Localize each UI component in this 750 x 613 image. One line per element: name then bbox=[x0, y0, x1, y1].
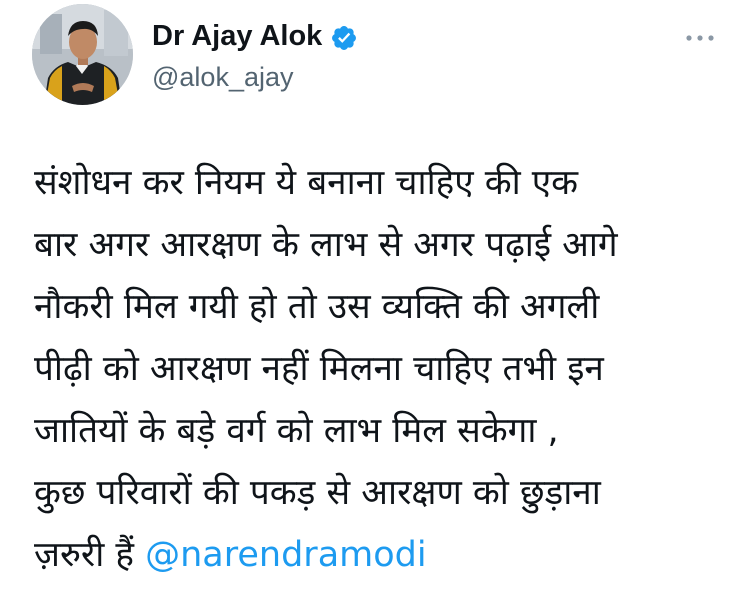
tweet-line-text: ज़रुरी हैं bbox=[34, 535, 146, 575]
tweet-card: Dr Ajay Alok @alok_ajay संशोधन कर नियम य… bbox=[0, 0, 750, 613]
display-name[interactable]: Dr Ajay Alok bbox=[152, 18, 322, 54]
tweet-line: संशोधन कर नियम ये बनाना चाहिए की एक bbox=[34, 163, 579, 203]
mention-link[interactable]: @narendramodi bbox=[145, 535, 426, 575]
tweet-line: नौकरी मिल गयी हो तो उस व्यक्ति की अगली bbox=[34, 287, 600, 327]
more-options-icon[interactable] bbox=[680, 26, 720, 50]
verified-badge-icon bbox=[332, 26, 356, 50]
tweet-text: संशोधन कर नियम ये बनाना चाहिए की एक बार … bbox=[34, 152, 734, 586]
tweet-line: जातियों के बड़े वर्ग को लाभ मिल सकेगा , bbox=[34, 411, 559, 451]
tweet-line: पीढ़ी को आरक्षण नहीं मिलना चाहिए तभी इन bbox=[34, 349, 604, 389]
avatar[interactable] bbox=[32, 4, 133, 105]
tweet-line: कुछ परिवारों की पकड़ से आरक्षण को छुड़ान… bbox=[34, 473, 601, 513]
tweet-line: बार अगर आरक्षण के लाभ से अगर पढ़ाई आगे bbox=[34, 225, 618, 265]
avatar-photo bbox=[32, 4, 133, 105]
tweet-line-last: ज़रुरी हैं @narendramodi bbox=[34, 524, 734, 586]
user-handle[interactable]: @alok_ajay bbox=[152, 60, 294, 94]
